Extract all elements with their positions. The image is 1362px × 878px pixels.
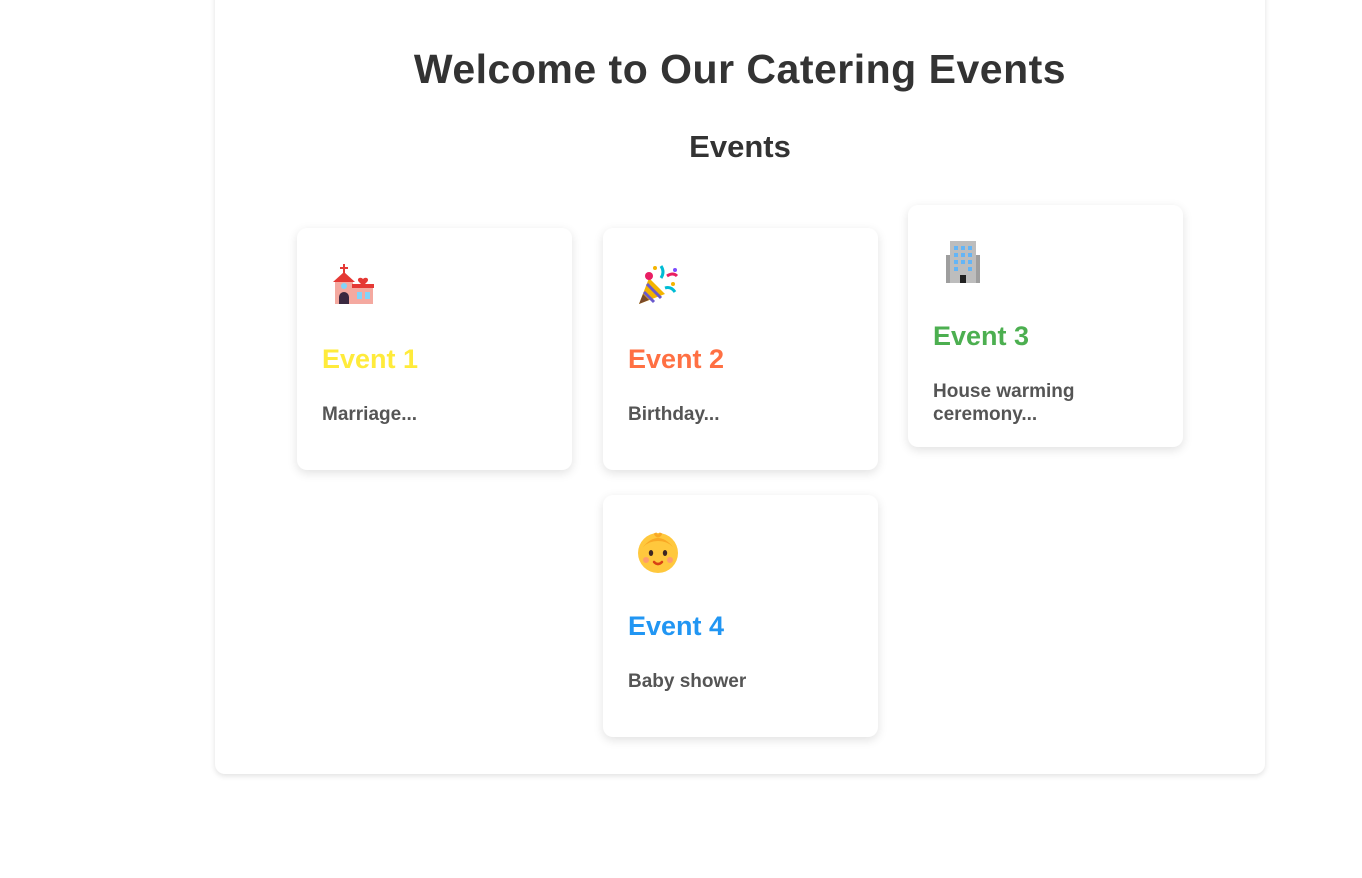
office-building-icon xyxy=(940,239,990,289)
event-description-4: Baby shower xyxy=(628,671,747,692)
event-title-3: Event 3 xyxy=(933,321,1030,351)
section-heading-events: Events xyxy=(689,129,791,164)
event-title-2: Event 2 xyxy=(628,344,725,374)
event-description-1: Marriage... xyxy=(322,404,418,425)
party-popper-icon xyxy=(635,262,685,312)
event-card-1[interactable]: Event 1 Marriage... xyxy=(297,228,572,470)
event-description-2: Birthday... xyxy=(628,404,720,425)
event-description-3: House warming ceremony... xyxy=(933,381,1075,425)
event-card-4[interactable]: Event 4 Baby shower xyxy=(603,495,878,737)
page-title: Welcome to Our Catering Events xyxy=(413,46,1067,92)
event-card-3[interactable]: Event 3 House warming ceremony... xyxy=(908,205,1183,447)
wedding-chapel-icon xyxy=(329,262,379,312)
event-title-4: Event 4 xyxy=(628,611,725,641)
event-title-1: Event 1 xyxy=(322,344,419,374)
baby-icon xyxy=(635,529,685,579)
event-card-2[interactable]: Event 2 Birthday... xyxy=(603,228,878,470)
